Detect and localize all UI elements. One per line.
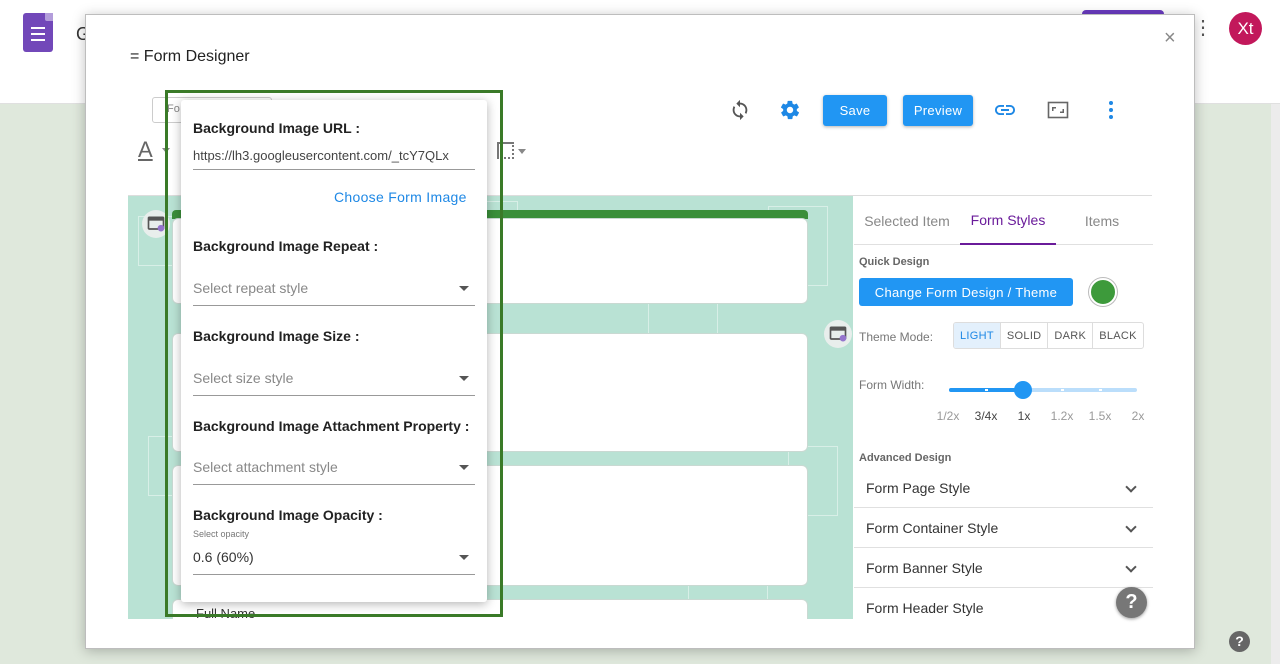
- width-tick-label: 2x: [1131, 409, 1145, 423]
- slider-tick: [985, 389, 988, 391]
- background-image-popup: Background Image URL : https://lh3.googl…: [181, 100, 487, 602]
- bg-url-label: Background Image URL :: [193, 120, 360, 136]
- chevron-down-icon: [1125, 481, 1137, 493]
- fullscreen-icon[interactable]: [1046, 98, 1070, 122]
- section-style-icon[interactable]: [824, 320, 852, 348]
- save-button[interactable]: Save: [823, 95, 887, 126]
- chevron-down-icon: [1125, 561, 1137, 573]
- theme-mode-label: Theme Mode:: [859, 330, 934, 344]
- chevron-down-icon: [1125, 521, 1137, 533]
- width-tick-label: 1.2x: [1050, 409, 1074, 423]
- bg-opacity-label: Background Image Opacity :: [193, 507, 383, 523]
- dropdown-arrow-icon: [459, 376, 469, 381]
- accordion-form-container-style[interactable]: Form Container Style: [854, 508, 1153, 548]
- dropdown-arrow-icon: [459, 555, 469, 560]
- select-value: 0.6 (60%): [193, 549, 254, 565]
- accordion-form-banner-style[interactable]: Form Banner Style: [854, 548, 1153, 588]
- tab-items[interactable]: Items: [1058, 196, 1146, 245]
- section-style-icon[interactable]: [142, 210, 170, 238]
- theme-mode-black[interactable]: BLACK: [1093, 323, 1143, 348]
- forms-logo-icon: [23, 13, 53, 52]
- bg-opacity-hint: Select opacity: [193, 529, 250, 539]
- theme-color-swatch[interactable]: [1089, 278, 1117, 306]
- border-style-caret-icon[interactable]: [518, 149, 526, 154]
- form-question-card[interactable]: [172, 599, 808, 619]
- avatar[interactable]: Xt: [1229, 12, 1262, 45]
- select-placeholder: Select attachment style: [193, 459, 338, 475]
- font-color-icon[interactable]: A: [138, 137, 153, 163]
- width-tick-label: 1x: [1017, 409, 1031, 423]
- preview-button[interactable]: Preview: [903, 95, 973, 126]
- accordion-label: Form Header Style: [866, 600, 984, 616]
- dropdown-arrow-icon: [459, 286, 469, 291]
- accordion-label: Form Page Style: [866, 480, 971, 496]
- bg-attachment-select[interactable]: Select attachment style: [193, 459, 475, 485]
- advanced-design-heading: Advanced Design: [859, 452, 952, 464]
- slider-tick: [1061, 389, 1064, 391]
- more-options-icon[interactable]: [1099, 98, 1123, 122]
- accordion-label: Form Container Style: [866, 520, 999, 536]
- theme-mode-solid[interactable]: SOLID: [1001, 323, 1049, 348]
- border-style-icon[interactable]: [497, 142, 514, 159]
- accordion-form-page-style[interactable]: Form Page Style: [854, 468, 1153, 508]
- panel-tabs: Selected Item Form Styles Items: [854, 196, 1153, 245]
- quick-design-heading: Quick Design: [859, 256, 930, 268]
- question-title: Full Name: [196, 606, 256, 619]
- tab-selected-item[interactable]: Selected Item: [856, 196, 958, 245]
- select-placeholder: Select repeat style: [193, 280, 309, 296]
- bg-repeat-select[interactable]: Select repeat style: [193, 280, 475, 306]
- dropdown-arrow-icon: [459, 465, 469, 470]
- theme-mode-light[interactable]: LIGHT: [954, 323, 1001, 348]
- design-panel: Selected Item Form Styles Items Quick De…: [854, 196, 1153, 619]
- page-scrollbar[interactable]: [1271, 104, 1280, 664]
- dialog-title: = Form Designer: [130, 48, 250, 65]
- bg-attachment-label: Background Image Attachment Property :: [193, 418, 470, 434]
- slider-tick: [1099, 389, 1102, 391]
- width-tick-label: 1.5x: [1088, 409, 1112, 423]
- font-color-caret-icon[interactable]: [162, 148, 170, 153]
- form-width-label: Form Width:: [859, 378, 925, 392]
- tab-form-styles[interactable]: Form Styles: [960, 196, 1056, 245]
- accordion-label: Form Banner Style: [866, 560, 983, 576]
- select-placeholder: Select size style: [193, 370, 294, 386]
- theme-mode-toggle: LIGHT SOLID DARK BLACK: [953, 322, 1144, 349]
- help-button[interactable]: ?: [1116, 587, 1147, 618]
- width-tick-label: 1/2x: [936, 409, 960, 423]
- bg-size-select[interactable]: Select size style: [193, 370, 475, 396]
- theme-mode-dark[interactable]: DARK: [1048, 323, 1094, 348]
- link-icon[interactable]: [993, 98, 1017, 122]
- width-tick-label: 3/4x: [974, 409, 998, 423]
- close-icon[interactable]: ×: [1164, 27, 1176, 50]
- change-theme-button[interactable]: Change Form Design / Theme: [859, 278, 1073, 306]
- bg-url-input[interactable]: https://lh3.googleusercontent.com/_tcY7Q…: [193, 148, 475, 170]
- choose-form-image-link[interactable]: Choose Form Image: [334, 189, 467, 205]
- accordion-form-header-style[interactable]: Form Header Style: [854, 588, 1153, 628]
- form-width-slider-thumb[interactable]: [1014, 381, 1032, 399]
- bg-size-label: Background Image Size :: [193, 328, 360, 344]
- settings-gear-icon[interactable]: [778, 98, 802, 122]
- help-icon[interactable]: ?: [1229, 631, 1250, 652]
- refresh-icon[interactable]: [728, 98, 752, 122]
- bg-repeat-label: Background Image Repeat :: [193, 238, 379, 254]
- bg-opacity-select[interactable]: 0.6 (60%): [193, 549, 475, 575]
